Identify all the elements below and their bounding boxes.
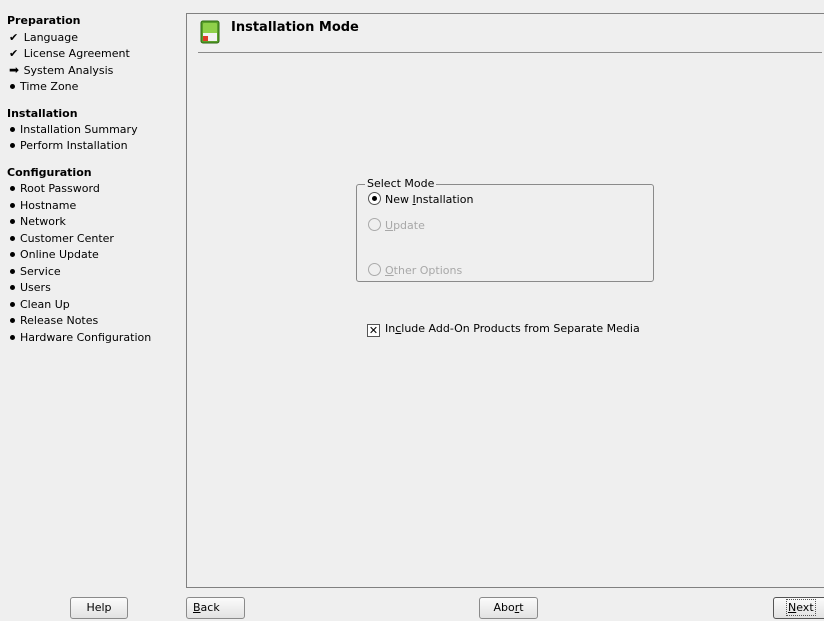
step-users: Users (9, 281, 51, 294)
bullet-icon (10, 335, 15, 340)
select-mode-group: Select Mode New Installation Update Othe… (356, 177, 654, 282)
content-panel: Installation Mode Select Mode New Instal… (186, 13, 824, 588)
installation-mode-icon (200, 20, 220, 44)
section-title-configuration: Configuration (7, 166, 92, 179)
bullet-icon (10, 252, 15, 257)
radio-new-installation[interactable]: New Installation (368, 192, 473, 206)
include-addon-checkbox[interactable]: ✕ Include Add-On Products from Separate M… (367, 322, 640, 337)
help-button[interactable]: Help (70, 597, 128, 619)
section-title-installation: Installation (7, 107, 78, 120)
checkbox-checked-icon[interactable]: ✕ (367, 324, 380, 337)
checkmark-icon: ✔ (9, 31, 19, 44)
step-installation-summary: Installation Summary (9, 123, 138, 136)
page-title: Installation Mode (231, 20, 359, 35)
bullet-icon (10, 285, 15, 290)
bullet-icon (10, 318, 15, 323)
step-clean-up: Clean Up (9, 298, 70, 311)
step-license-agreement: ✔ License Agreement (9, 47, 130, 60)
step-release-notes: Release Notes (9, 314, 98, 327)
radio-other-options: Other Options (368, 263, 462, 277)
steps-sidebar: Preparation ✔ Language ✔ License Agreeme… (0, 0, 184, 590)
current-step-arrow-icon: ➡ (9, 63, 20, 77)
abort-button[interactable]: Abort (479, 597, 538, 619)
radio-selected-icon[interactable] (368, 192, 381, 205)
step-time-zone: Time Zone (9, 80, 78, 93)
step-online-update: Online Update (9, 248, 99, 261)
step-hardware-configuration: Hardware Configuration (9, 331, 151, 344)
step-service: Service (9, 265, 61, 278)
back-button[interactable]: Back (186, 597, 245, 619)
radio-unselected-icon (368, 263, 381, 276)
section-title-preparation: Preparation (7, 14, 81, 27)
step-perform-installation: Perform Installation (9, 139, 128, 152)
step-system-analysis: ➡ System Analysis (9, 63, 114, 77)
bullet-icon (10, 186, 15, 191)
bullet-icon (10, 302, 15, 307)
bullet-icon (10, 143, 15, 148)
bullet-icon (10, 219, 15, 224)
step-root-password: Root Password (9, 182, 100, 195)
step-hostname: Hostname (9, 199, 76, 212)
select-mode-title: Select Mode (365, 177, 437, 190)
bullet-icon (10, 269, 15, 274)
bullet-icon (10, 127, 15, 132)
next-button[interactable]: Next (773, 597, 824, 619)
radio-unselected-icon (368, 218, 381, 231)
step-customer-center: Customer Center (9, 232, 114, 245)
header-divider (198, 52, 822, 53)
step-network: Network (9, 215, 66, 228)
checkmark-icon: ✔ (9, 47, 19, 60)
step-language: ✔ Language (9, 31, 79, 44)
bullet-icon (10, 203, 15, 208)
radio-update: Update (368, 218, 425, 232)
bullet-icon (10, 84, 15, 89)
bullet-icon (10, 236, 15, 241)
